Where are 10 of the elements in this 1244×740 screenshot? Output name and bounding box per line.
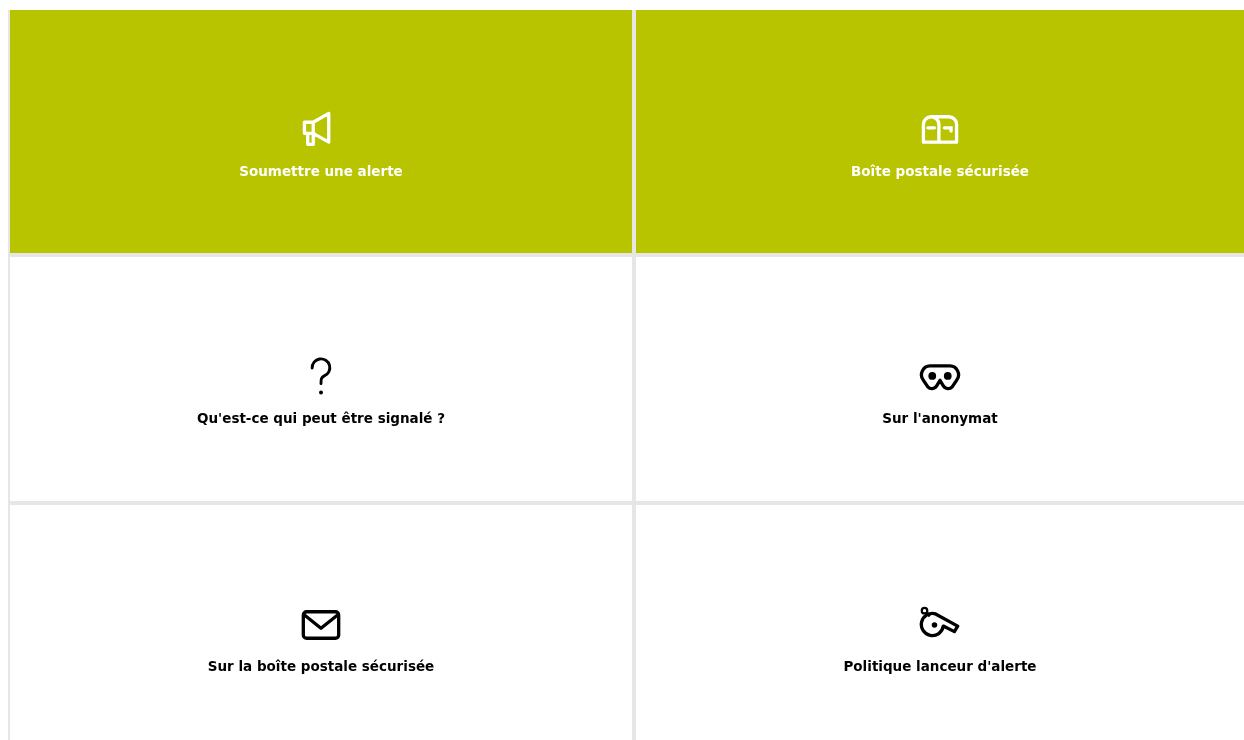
info-tile[interactable]: Sur l'anonymat: [636, 257, 1244, 501]
tile-label: Qu'est-ce qui peut être signalé ?: [197, 410, 445, 426]
tile-label: Sur la boîte postale sécurisée: [207, 658, 435, 674]
tile-label: Boîte postale sécurisée: [851, 162, 1029, 179]
tile-label: Soumettre une alerte: [239, 162, 403, 179]
info-tile[interactable]: Sur la boîte postale sécurisée: [10, 505, 632, 740]
info-tile[interactable]: Politique lanceur d'alerte: [636, 505, 1244, 740]
info-tile[interactable]: Qu'est-ce qui peut être signalé ?: [10, 257, 632, 501]
tile-label: Politique lanceur d'alerte: [843, 658, 1037, 674]
tile-label: Sur l'anonymat: [882, 410, 998, 426]
